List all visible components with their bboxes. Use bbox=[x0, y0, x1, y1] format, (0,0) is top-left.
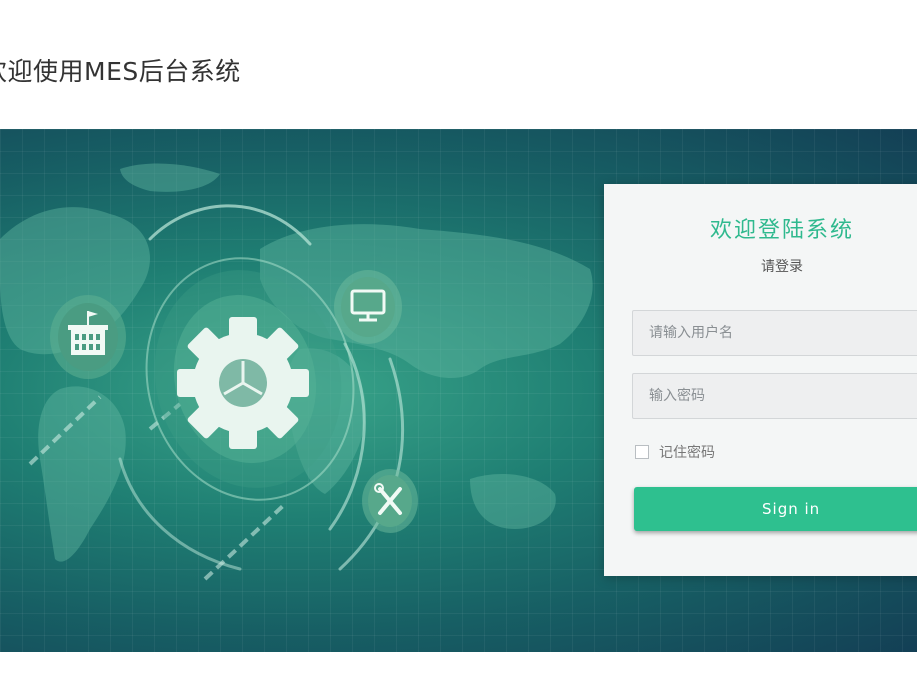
banner: 欢迎登陆系统 请登录 记住密码 Sign in bbox=[0, 129, 917, 652]
password-input[interactable] bbox=[632, 373, 917, 419]
login-subtitle: 请登录 bbox=[761, 259, 803, 275]
sign-in-button[interactable]: Sign in bbox=[634, 487, 917, 531]
page-title: 欢迎使用MES后台系统 bbox=[0, 57, 241, 86]
gear-icon bbox=[177, 317, 309, 449]
username-input[interactable] bbox=[632, 310, 917, 356]
remember-checkbox[interactable] bbox=[635, 445, 649, 459]
remember-label: 记住密码 bbox=[659, 445, 715, 461]
remember-password[interactable]: 记住密码 bbox=[635, 442, 715, 462]
monitor-icon bbox=[334, 270, 402, 344]
login-title: 欢迎登陆系统 bbox=[709, 218, 854, 243]
login-card: 欢迎登陆系统 请登录 记住密码 Sign in bbox=[604, 184, 917, 576]
tools-icon bbox=[362, 469, 418, 533]
building-icon bbox=[50, 295, 126, 379]
